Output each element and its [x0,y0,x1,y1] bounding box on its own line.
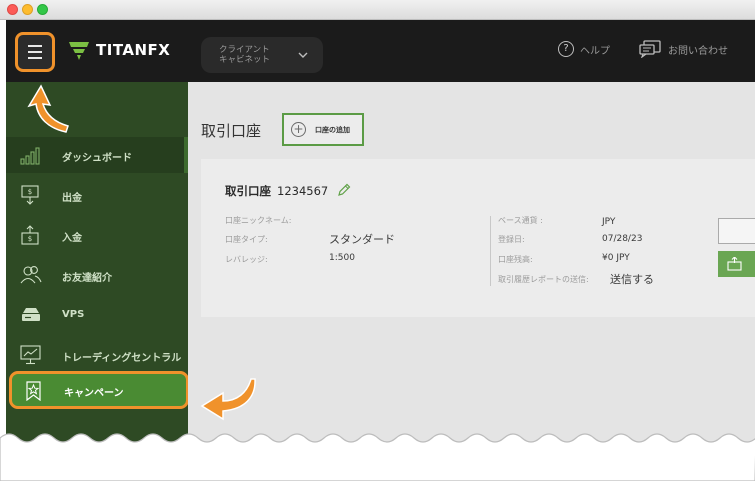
sidebar-item-deposit[interactable]: $ 入金 [6,217,188,253]
ribbon-star-icon [26,381,41,401]
trading-account-card: 取引口座 1234567 口座ニックネーム: 口座タイプ: スタンダード レバレ… [201,159,755,317]
pointer-arrow-up-icon [27,84,69,133]
chevron-down-icon [298,52,308,58]
server-icon [22,308,40,321]
maximize-window-button[interactable] [37,4,48,15]
logo-text: TITANFX [96,41,171,59]
hamburger-menu-button[interactable] [15,32,55,72]
main-content: 取引口座 + 口座の追加 取引口座 1234567 口座ニックネーム: 口座タイ… [188,82,755,460]
deposit-icon [727,257,742,271]
client-cabinet-app: TITANFX クライアント キャビネット ? ヘルプ お問い合わせ ダッシュボ… [6,20,755,460]
plus-circle-icon: + [291,122,306,137]
account-type-value: スタンダード [329,233,395,246]
titanfx-logo-icon [69,42,89,60]
column-divider [490,216,491,286]
sidebar-item-referral[interactable]: お友達紹介 [6,257,188,293]
svg-text:$: $ [28,235,32,243]
withdraw-icon: $ [21,185,39,205]
balance-label: 口座残高: [498,255,533,264]
registration-date-value: 07/28/23 [602,234,643,244]
report-send-value: 送信する [610,273,654,286]
minimize-window-button[interactable] [22,4,33,15]
titanfx-logo[interactable]: TITANFX [68,39,170,61]
contact-link[interactable]: お問い合わせ [639,40,728,58]
help-link[interactable]: ? ヘルプ [558,41,610,57]
account-type-label: 口座タイプ: [225,235,268,244]
question-icon: ? [558,41,574,57]
torn-edge-decoration [0,433,755,481]
client-cabinet-selector[interactable]: クライアント キャビネット [201,37,323,73]
account-title: 取引口座 1234567 [225,184,329,198]
base-currency-value: JPY [602,217,616,227]
balance-value: ¥0 JPY [602,253,630,263]
users-icon [20,266,42,284]
registration-date-label: 登録日: [498,235,525,244]
chat-icon [639,40,661,58]
hamburger-icon [28,45,42,59]
sidebar-item-campaign[interactable]: キャンペーン [9,371,189,409]
client-cabinet-label: クライアント キャビネット [219,45,271,65]
deposit-action-button[interactable] [718,251,755,277]
page-title: 取引口座 [201,122,262,140]
monitor-chart-icon [20,345,41,365]
close-window-button[interactable] [7,4,18,15]
sidebar-item-trading-central[interactable]: トレーディングセントラル [6,337,188,373]
add-account-button[interactable]: + 口座の追加 [282,113,364,146]
nickname-label: 口座ニックネーム: [225,216,292,225]
report-send-label: 取引履歴レポートの送信: [498,275,589,284]
account-action-button[interactable] [718,218,755,244]
sidebar-item-vps[interactable]: VPS [6,297,188,333]
pointer-arrow-left-icon [200,378,256,421]
bar-chart-icon [20,147,40,165]
help-label: ヘルプ [580,45,610,57]
svg-text:$: $ [28,188,32,196]
sidebar-item-dashboard[interactable]: ダッシュボード [6,137,188,173]
leverage-value: 1:500 [329,253,355,263]
app-window: TITANFX クライアント キャビネット ? ヘルプ お問い合わせ ダッシュボ… [0,0,755,481]
edit-pencil-icon[interactable] [337,183,351,197]
deposit-icon: $ [21,225,39,245]
base-currency-label: ベース通貨 : [498,216,543,225]
leverage-label: レバレッジ: [225,255,268,264]
top-navigation-bar: TITANFX クライアント キャビネット ? ヘルプ お問い合わせ [6,20,755,82]
window-titlebar [0,0,755,20]
contact-label: お問い合わせ [668,45,728,57]
sidebar-item-withdraw[interactable]: $ 出金 [6,177,188,213]
